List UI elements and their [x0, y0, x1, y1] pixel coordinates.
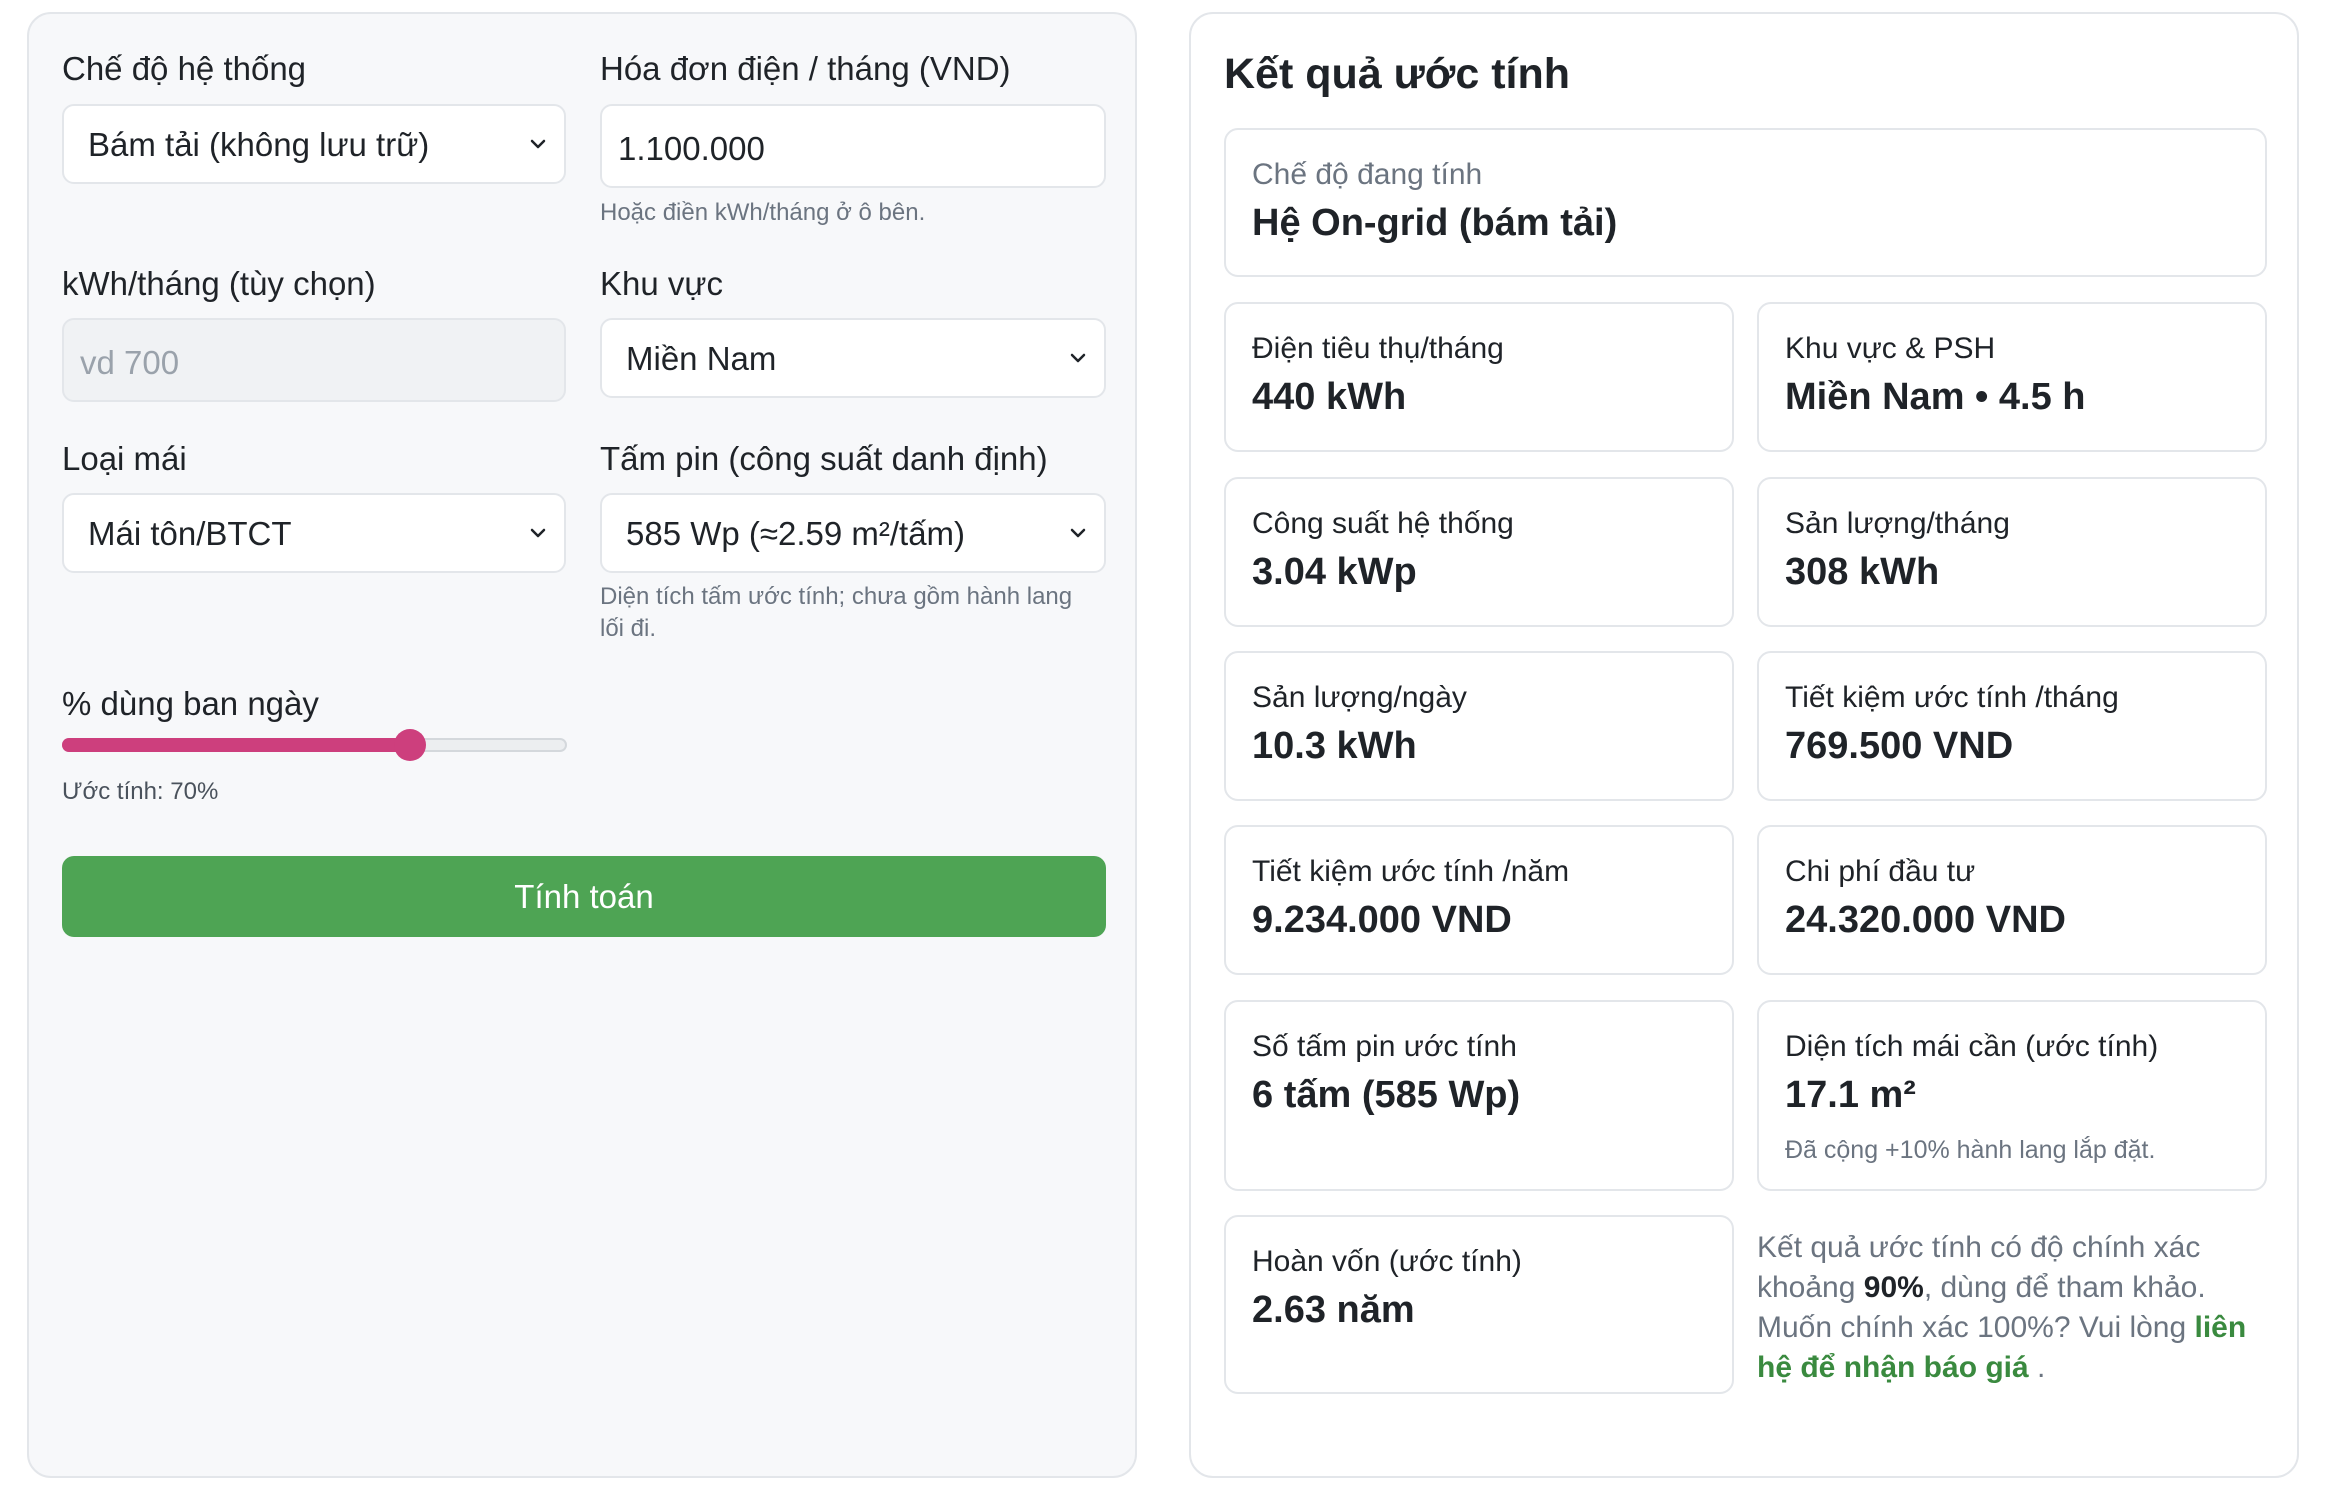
savings-month-card: Tiết kiệm ước tính /tháng 769.500 VND [1757, 651, 2267, 801]
panel-count-card: Số tấm pin ước tính 6 tấm (585 Wp) [1224, 1000, 1734, 1191]
panel-hint-line2: lối đi. [600, 615, 657, 642]
roof-value: Mái tôn/BTCT [88, 515, 292, 552]
daytime-slider-fill [62, 738, 410, 752]
region-psh-label: Khu vực & PSH [1785, 332, 1996, 365]
system-mode-select[interactable]: Bám tải (không lưu trữ) [62, 104, 566, 184]
capacity-value: 3.04 kWp [1252, 551, 1417, 593]
savings-year-card: Tiết kiệm ước tính /năm 9.234.000 VND [1224, 825, 1734, 975]
savings-year-value: 9.234.000 VND [1252, 899, 1512, 941]
payback-card: Hoàn vốn (ước tính) 2.63 năm [1224, 1215, 1734, 1394]
system-mode-value: Bám tải (không lưu trữ) [88, 126, 430, 163]
roof-area-value: 17.1 m² [1785, 1074, 1916, 1116]
mode-label: Chế độ đang tính [1252, 158, 1483, 191]
roof-area-label: Diện tích mái cần (ước tính) [1785, 1030, 2159, 1063]
panel-hint-line1: Diện tích tấm ước tính; chưa gồm hành la… [600, 583, 1073, 610]
bill-label: Hóa đơn điện / tháng (VND) [600, 50, 1011, 87]
kwh-input[interactable]: vd 700 [62, 318, 566, 402]
capacity-card: Công suất hệ thống 3.04 kWp [1224, 477, 1734, 627]
output-day-value: 10.3 kWh [1252, 725, 1417, 767]
daytime-label: % dùng ban ngày [62, 685, 319, 722]
output-day-label: Sản lượng/ngày [1252, 681, 1467, 714]
region-psh-value: Miền Nam • 4.5 h [1785, 376, 2086, 418]
panel-count-value: 6 tấm (585 Wp) [1252, 1074, 1521, 1116]
kwh-label: kWh/tháng (tùy chọn) [62, 265, 376, 302]
capacity-label: Công suất hệ thống [1252, 507, 1514, 540]
savings-year-label: Tiết kiệm ước tính /năm [1252, 855, 1570, 888]
investment-label: Chi phí đầu tư [1785, 855, 1976, 888]
region-label: Khu vực [600, 265, 723, 302]
roof-area-note: Đã cộng +10% hành lang lắp đặt. [1785, 1136, 2156, 1164]
panel-count-label: Số tấm pin ước tính [1252, 1030, 1517, 1063]
chevron-down-icon [530, 139, 546, 149]
roof-label: Loại mái [62, 440, 187, 477]
output-day-card: Sản lượng/ngày 10.3 kWh [1224, 651, 1734, 801]
chevron-down-icon [1070, 353, 1086, 363]
mode-card: Chế độ đang tính Hệ On-grid (bám tải) [1224, 128, 2267, 277]
daytime-estimate: Ước tính: 70% [62, 778, 219, 805]
savings-month-value: 769.500 VND [1785, 725, 2014, 767]
calculate-button-label: Tính toán [514, 877, 654, 915]
kwh-placeholder: vd 700 [80, 344, 180, 381]
bill-input[interactable]: 1.100.000 [600, 104, 1106, 188]
panel-value: 585 Wp (≈2.59 m²/tấm) [626, 515, 966, 552]
chevron-down-icon [1070, 528, 1086, 538]
bill-hint: Hoặc điền kWh/tháng ở ô bên. [600, 199, 926, 226]
output-month-card: Sản lượng/tháng 308 kWh [1757, 477, 2267, 627]
output-month-label: Sản lượng/tháng [1785, 507, 2010, 540]
roof-area-card: Diện tích mái cần (ước tính) 17.1 m² Đã … [1757, 1000, 2267, 1191]
disclaimer-part3: . [2028, 1351, 2046, 1384]
payback-value: 2.63 năm [1252, 1289, 1415, 1331]
savings-month-label: Tiết kiệm ước tính /tháng [1785, 681, 2119, 714]
disclaimer-accuracy: 90% [1863, 1271, 1924, 1304]
chevron-down-icon [530, 528, 546, 538]
results-title: Kết quả ước tính [1224, 50, 1570, 98]
mode-value: Hệ On-grid (bám tải) [1252, 202, 1618, 244]
investment-value: 24.320.000 VND [1785, 899, 2066, 941]
region-value: Miền Nam [626, 340, 777, 377]
consumption-label: Điện tiêu thụ/tháng [1252, 332, 1504, 365]
roof-select[interactable]: Mái tôn/BTCT [62, 493, 566, 573]
panel-label: Tấm pin (công suất danh định) [600, 440, 1048, 477]
investment-card: Chi phí đầu tư 24.320.000 VND [1757, 825, 2267, 975]
disclaimer-text: Kết quả ước tính có độ chính xác khoảng … [1757, 1228, 2267, 1388]
consumption-value: 440 kWh [1252, 376, 1407, 418]
region-select[interactable]: Miền Nam [600, 318, 1106, 398]
consumption-card: Điện tiêu thụ/tháng 440 kWh [1224, 302, 1734, 452]
panel-select[interactable]: 585 Wp (≈2.59 m²/tấm) [600, 493, 1106, 573]
system-mode-label: Chế độ hệ thống [62, 50, 307, 87]
output-month-value: 308 kWh [1785, 551, 1940, 593]
calculate-button[interactable]: Tính toán [62, 856, 1106, 937]
region-psh-card: Khu vực & PSH Miền Nam • 4.5 h [1757, 302, 2267, 452]
daytime-slider-thumb[interactable] [394, 729, 426, 761]
bill-value: 1.100.000 [618, 130, 765, 167]
payback-label: Hoàn vốn (ước tính) [1252, 1245, 1522, 1278]
